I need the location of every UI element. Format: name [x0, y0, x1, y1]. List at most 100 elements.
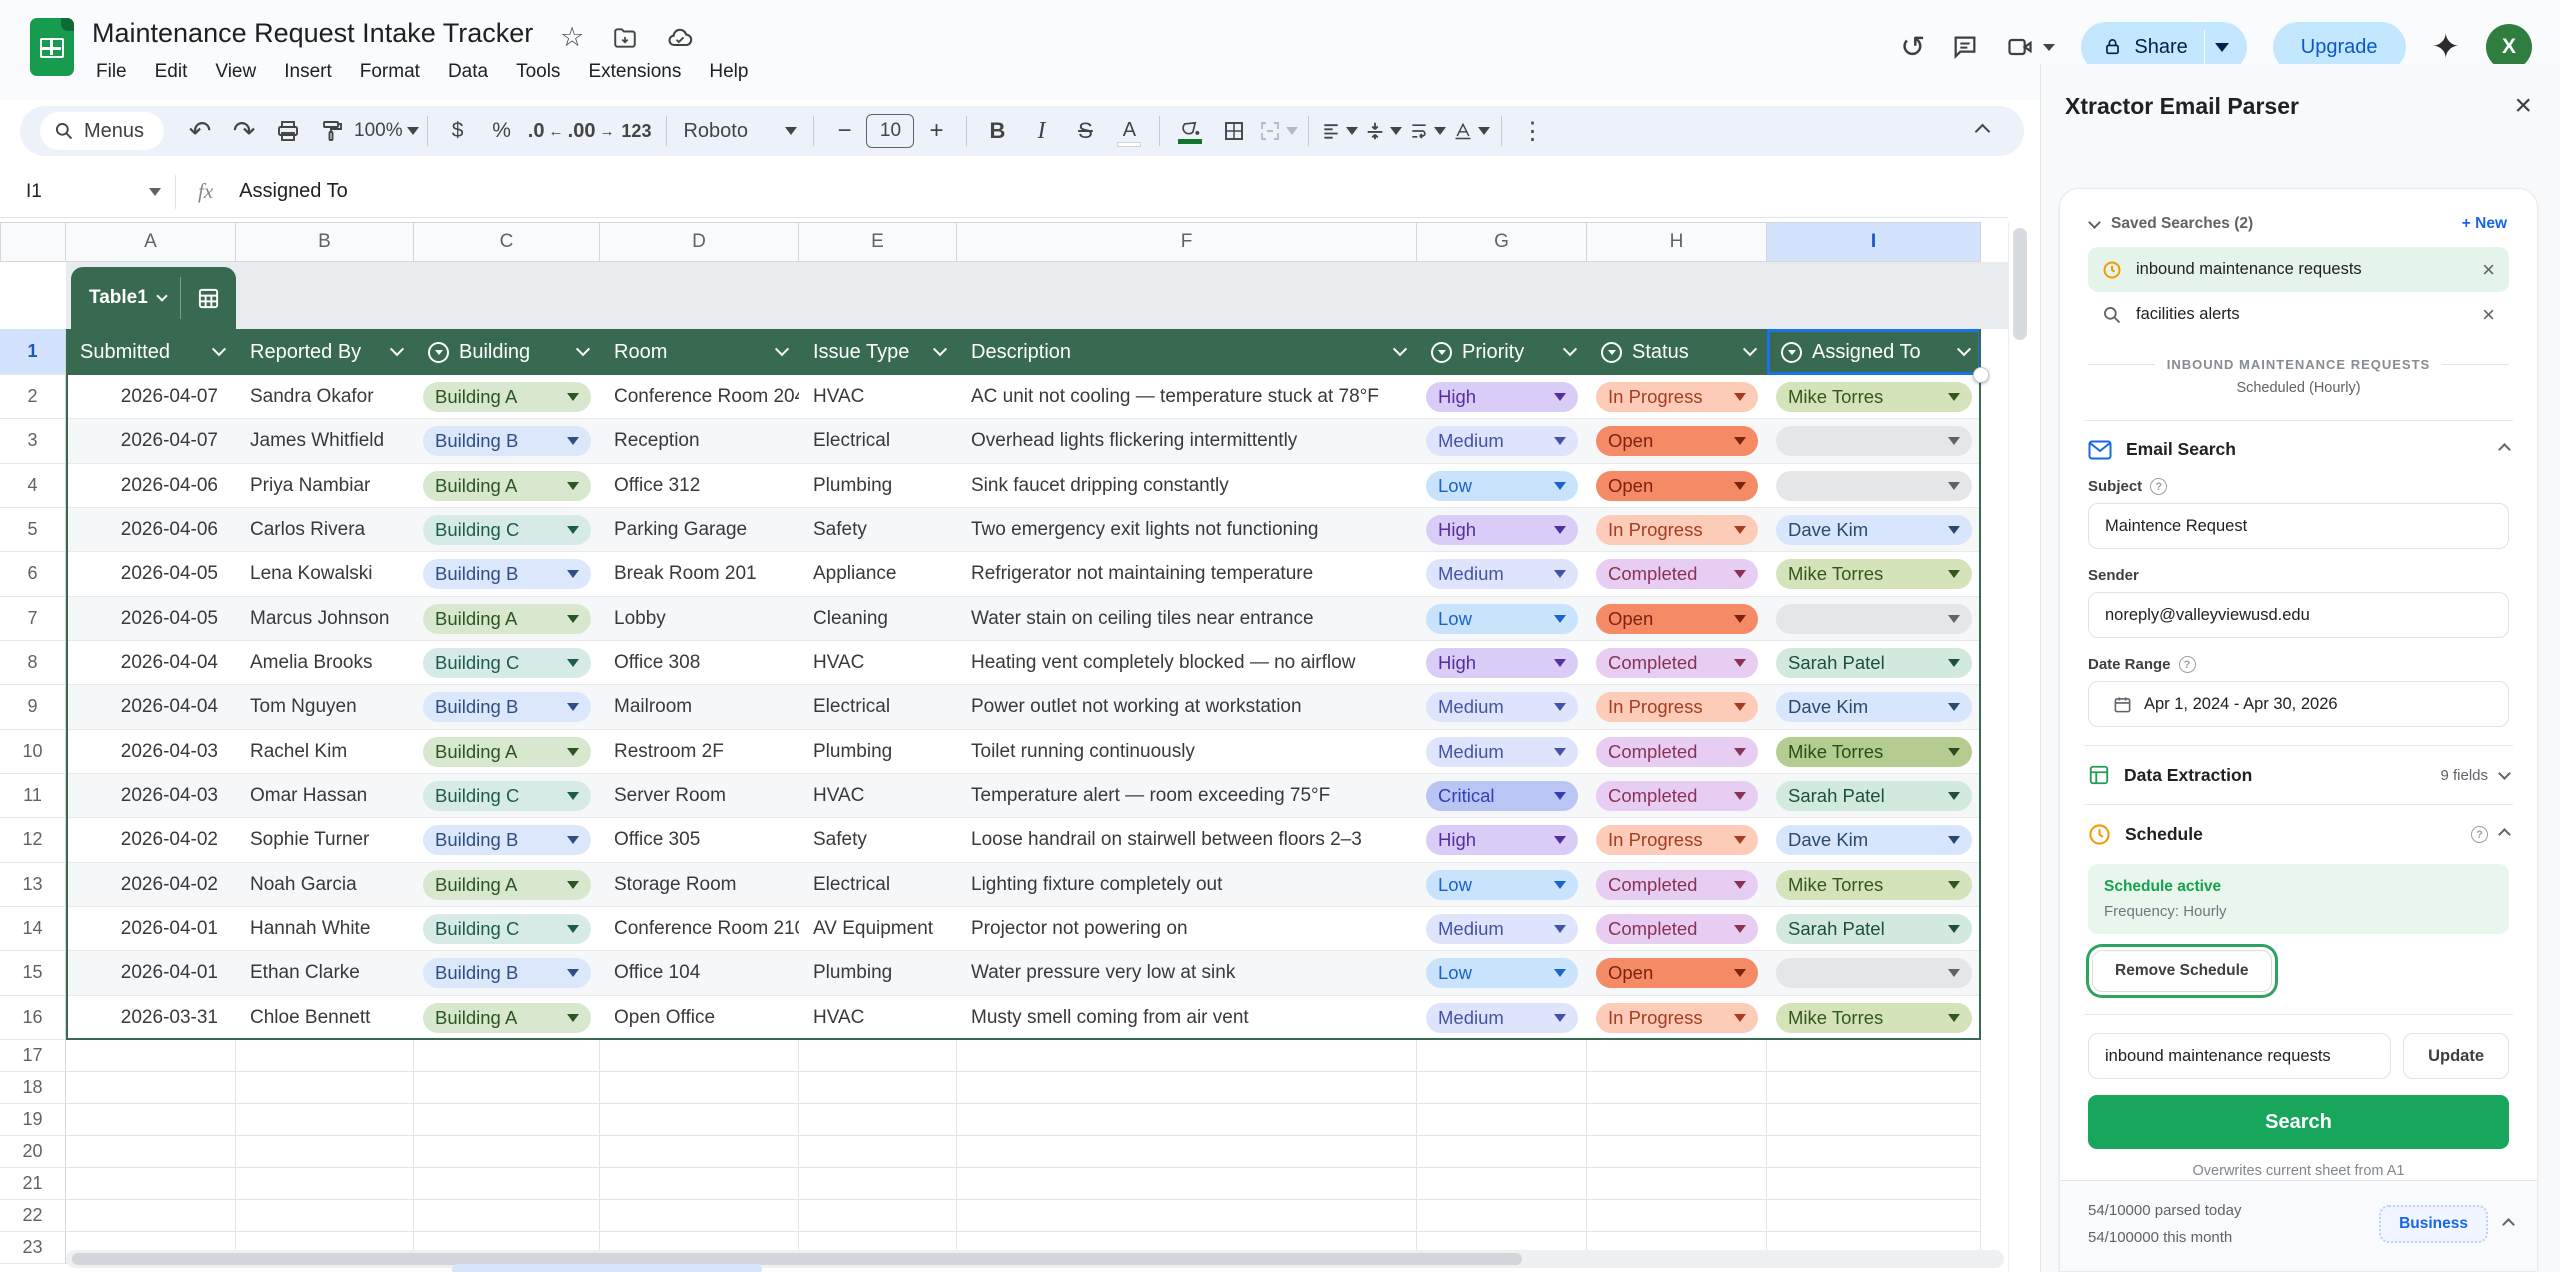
grid-corner[interactable]: [0, 222, 66, 262]
empty-cell[interactable]: [600, 1168, 799, 1200]
plan-badge[interactable]: Business: [2379, 1205, 2488, 1243]
cell-reported-by[interactable]: Sophie Turner: [236, 818, 414, 862]
cell-room[interactable]: Office 312: [600, 464, 799, 508]
empty-cell[interactable]: [957, 1136, 1417, 1168]
dropdown-chip[interactable]: Open: [1596, 471, 1758, 501]
cell-issue-type[interactable]: Appliance: [799, 552, 957, 596]
dropdown-chip[interactable]: Medium: [1426, 426, 1578, 456]
cell-assigned-to[interactable]: Sarah Patel: [1767, 641, 1981, 685]
cell-description[interactable]: Temperature alert — room exceeding 75°F: [957, 774, 1417, 818]
cell-issue-type[interactable]: Plumbing: [799, 464, 957, 508]
cell-assigned-to[interactable]: Mike Torres: [1767, 375, 1981, 419]
empty-cell[interactable]: [414, 1072, 600, 1104]
dropdown-chip[interactable]: Open: [1596, 958, 1758, 988]
dropdown-chip[interactable]: Mike Torres: [1776, 737, 1972, 767]
text-wrap-icon[interactable]: [1405, 111, 1449, 151]
row-header-4[interactable]: 4: [0, 464, 66, 508]
cell-building[interactable]: Building B: [414, 419, 600, 463]
cell-building[interactable]: Building A: [414, 863, 600, 907]
dropdown-chip[interactable]: Building B: [423, 825, 591, 855]
empty-cell[interactable]: [600, 1040, 799, 1072]
table-header-building[interactable]: Building: [414, 329, 600, 375]
empty-cell[interactable]: [1587, 1104, 1767, 1136]
dropdown-chip[interactable]: [1776, 958, 1972, 988]
dropdown-chip[interactable]: Completed: [1596, 737, 1758, 767]
cell-room[interactable]: Conference Room 210: [600, 907, 799, 951]
dropdown-chip[interactable]: Open: [1596, 426, 1758, 456]
borders-icon[interactable]: [1212, 111, 1256, 151]
dropdown-chip[interactable]: Completed: [1596, 781, 1758, 811]
empty-cell[interactable]: [957, 1168, 1417, 1200]
column-dropdown-icon[interactable]: [576, 342, 590, 356]
column-header-D[interactable]: D: [600, 222, 799, 262]
expand-data-extraction-icon[interactable]: [2498, 767, 2511, 780]
column-dropdown-icon[interactable]: [933, 342, 947, 356]
empty-cell[interactable]: [1417, 1200, 1587, 1232]
empty-cell[interactable]: [957, 1072, 1417, 1104]
cell-reported-by[interactable]: Carlos Rivera: [236, 508, 414, 552]
empty-cell[interactable]: [66, 1136, 236, 1168]
cell-assigned-to[interactable]: Mike Torres: [1767, 863, 1981, 907]
saved-search-item[interactable]: inbound maintenance requests×: [2088, 247, 2509, 292]
cell-priority[interactable]: Medium: [1417, 552, 1587, 596]
close-icon[interactable]: ×: [2514, 91, 2532, 121]
table-header-issue-type[interactable]: Issue Type: [799, 329, 957, 375]
dropdown-chip[interactable]: Building C: [423, 515, 591, 545]
cell-priority[interactable]: Medium: [1417, 996, 1587, 1040]
schedule-help-icon[interactable]: ?: [2471, 826, 2488, 843]
column-dropdown-icon[interactable]: [212, 342, 226, 356]
dropdown-chip[interactable]: In Progress: [1596, 692, 1758, 722]
dropdown-chip[interactable]: High: [1426, 382, 1578, 412]
cell-assigned-to[interactable]: Mike Torres: [1767, 730, 1981, 774]
row-header-7[interactable]: 7: [0, 597, 66, 641]
table-header-priority[interactable]: Priority: [1417, 329, 1587, 375]
cell-priority[interactable]: High: [1417, 818, 1587, 862]
dropdown-chip[interactable]: Building A: [423, 604, 591, 634]
empty-cell[interactable]: [600, 1072, 799, 1104]
dropdown-chip[interactable]: Mike Torres: [1776, 870, 1972, 900]
empty-cell[interactable]: [1587, 1040, 1767, 1072]
delete-search-icon[interactable]: ×: [2482, 259, 2495, 281]
dropdown-chip[interactable]: Building B: [423, 958, 591, 988]
row-header-22[interactable]: 22: [0, 1200, 66, 1232]
dropdown-chip[interactable]: Sarah Patel: [1776, 648, 1972, 678]
cell-description[interactable]: Water pressure very low at sink: [957, 951, 1417, 995]
empty-cell[interactable]: [799, 1040, 957, 1072]
collapse-footer-icon[interactable]: [2502, 1218, 2515, 1231]
cell-submitted[interactable]: 2026-03-31: [66, 996, 236, 1040]
column-dropdown-icon[interactable]: [390, 342, 404, 356]
cell-submitted[interactable]: 2026-04-06: [66, 508, 236, 552]
cell-issue-type[interactable]: Electrical: [799, 685, 957, 729]
empty-cell[interactable]: [66, 1040, 236, 1072]
dropdown-chip[interactable]: Building A: [423, 870, 591, 900]
cell-issue-type[interactable]: HVAC: [799, 641, 957, 685]
dropdown-chip[interactable]: Low: [1426, 471, 1578, 501]
cell-description[interactable]: Power outlet not working at workstation: [957, 685, 1417, 729]
cell-priority[interactable]: Low: [1417, 464, 1587, 508]
empty-cell[interactable]: [600, 1104, 799, 1136]
empty-cell[interactable]: [1587, 1168, 1767, 1200]
row-header-2[interactable]: 2: [0, 375, 66, 419]
dropdown-chip[interactable]: High: [1426, 648, 1578, 678]
cell-assigned-to[interactable]: Sarah Patel: [1767, 907, 1981, 951]
cell-building[interactable]: Building A: [414, 464, 600, 508]
empty-cell[interactable]: [1417, 1136, 1587, 1168]
fill-handle[interactable]: [1973, 367, 1989, 383]
empty-cell[interactable]: [799, 1104, 957, 1136]
cell-reported-by[interactable]: Hannah White: [236, 907, 414, 951]
cell-reported-by[interactable]: Noah Garcia: [236, 863, 414, 907]
cell-description[interactable]: AC unit not cooling — temperature stuck …: [957, 375, 1417, 419]
cell-submitted[interactable]: 2026-04-07: [66, 419, 236, 463]
cell-status[interactable]: Completed: [1587, 641, 1767, 685]
cell-issue-type[interactable]: Cleaning: [799, 597, 957, 641]
zoom-select[interactable]: 100%: [354, 111, 419, 151]
dropdown-chip[interactable]: In Progress: [1596, 382, 1758, 412]
row-header-3[interactable]: 3: [0, 419, 66, 463]
cell-reported-by[interactable]: Sandra Okafor: [236, 375, 414, 419]
text-rotation-icon[interactable]: [1449, 111, 1493, 151]
cell-status[interactable]: Completed: [1587, 730, 1767, 774]
cell-description[interactable]: Toilet running continuously: [957, 730, 1417, 774]
cell-submitted[interactable]: 2026-04-01: [66, 951, 236, 995]
cell-assigned-to[interactable]: Mike Torres: [1767, 996, 1981, 1040]
empty-cell[interactable]: [236, 1200, 414, 1232]
